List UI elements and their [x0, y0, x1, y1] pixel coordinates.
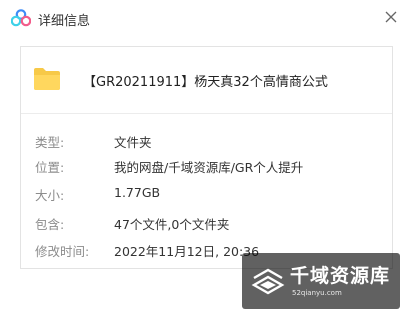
- watermark-title: 千域资源库: [290, 265, 391, 287]
- contains-value: 47个文件,0个文件夹: [114, 217, 230, 232]
- contains-label: 包含:: [35, 217, 65, 232]
- detail-row-location: 位置: 我的网盘/千域资源库/GR个人提升: [21, 157, 392, 177]
- close-button[interactable]: [380, 6, 402, 28]
- size-label: 大小:: [35, 188, 65, 203]
- folder-icon: [34, 68, 60, 90]
- detail-row-size: 大小: 1.77GB: [21, 185, 392, 205]
- title-bar: 详细信息: [0, 0, 412, 38]
- close-icon: [385, 11, 397, 23]
- file-name: 【GR20211911】杨天真32个高情商公式: [83, 75, 328, 90]
- watermark: 千域资源库 52qianyu.com: [242, 253, 400, 309]
- watermark-url: 52qianyu.com: [292, 289, 342, 297]
- modified-value: 2022年11月12日, 20:36: [114, 244, 260, 259]
- detail-row-type: 类型: 文件夹: [21, 132, 392, 152]
- watermark-logo-icon: [251, 268, 285, 295]
- baidu-netdisk-cloud-icon: [11, 9, 31, 27]
- location-label: 位置:: [35, 160, 65, 175]
- file-header: 【GR20211911】杨天真32个高情商公式: [21, 47, 392, 114]
- details-panel: 【GR20211911】杨天真32个高情商公式 类型: 文件夹 位置: 我的网盘…: [20, 46, 393, 269]
- type-value: 文件夹: [114, 135, 152, 150]
- size-value: 1.77GB: [114, 185, 161, 200]
- modified-label: 修改时间:: [35, 244, 90, 259]
- location-value: 我的网盘/千域资源库/GR个人提升: [114, 160, 304, 175]
- type-label: 类型:: [35, 135, 65, 150]
- detail-row-contains: 包含: 47个文件,0个文件夹: [21, 214, 392, 234]
- dialog-title: 详细信息: [38, 14, 91, 29]
